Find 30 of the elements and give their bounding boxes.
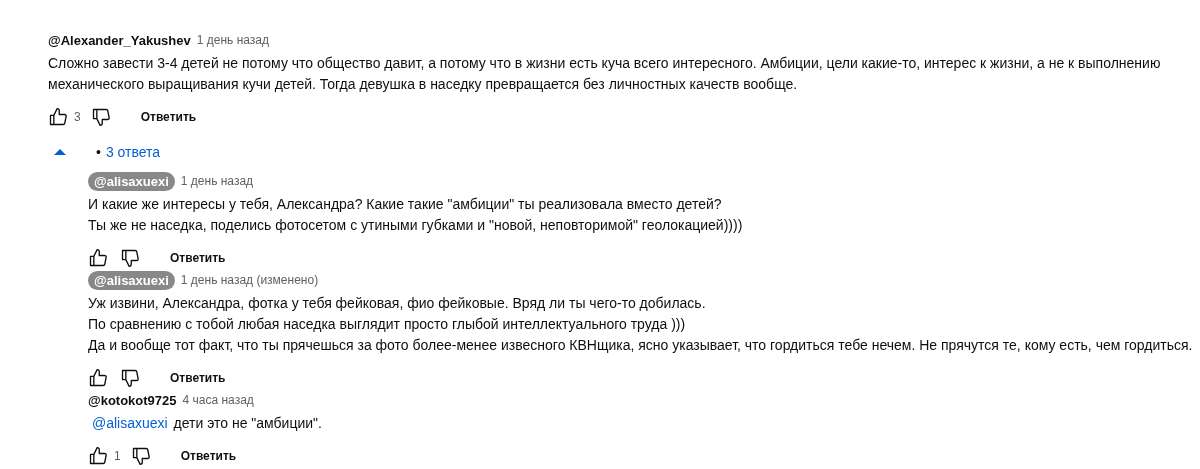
comment-author[interactable]: @alisaxuexi (88, 171, 175, 191)
comment-author[interactable]: @kotokot9725 (88, 392, 177, 408)
dislike-icon[interactable] (90, 107, 111, 127)
dislike-icon[interactable] (120, 368, 140, 388)
like-count: 1 (114, 449, 121, 463)
comment-text: @alisaxuexi дети это не "амбиции". (91, 414, 323, 433)
comment-time: 1 день назад (изменено) (180, 273, 319, 287)
comment-text: Сложно завести 3-4 детей не потому что общество давит, а потому что в жизни есть куча всего интересного. Амбиции, цели какие-то, интерес к жизни, а не к выполнению механического выращивания кучи детей. Тогда девушка в наседку превращается без личностных качеств вообще. (48, 54, 1162, 94)
bullet: • (96, 144, 101, 160)
comment-time: 1 день назад (196, 33, 269, 47)
mention-link[interactable]: @alisaxuexi (92, 415, 168, 431)
reply-button[interactable]: Ответить (158, 245, 238, 271)
like-icon[interactable] (88, 368, 108, 388)
comment-text: И какие же интересы у тебя, Александра? Какие такие "амбиции" ты реализовала вместо детей? Ты же не наседка, поделись фотосетом с утиными губками и "новой, неповторимой" геолокацией)))) (88, 195, 744, 235)
comment-text: Уж извини, Александра, фотка у тебя фейковая, фио фейковые. Вряд ли ты чего-то добилась. По сравнению с тобой любая наседка выглядит просто глыбой интеллектуального труда ))) Да и вообще тот факт, что ты прячешься за фото более-менее извесного КВНщика, ясно указывает, что гордиться тебе нечем. Не прячутся те, кому есть, чем гордиться. (88, 294, 1194, 355)
comment-author[interactable]: @alisaxuexi (88, 270, 175, 290)
like-icon[interactable] (88, 248, 108, 268)
comment-time: 4 часа назад (182, 393, 254, 407)
reply-button[interactable]: Ответить (168, 443, 249, 469)
dislike-icon[interactable] (120, 248, 140, 268)
caret-up-icon[interactable] (54, 149, 66, 155)
reply-button[interactable]: Ответить (158, 365, 238, 391)
comment-author[interactable]: @Alexander_Yakushev (48, 32, 191, 48)
dislike-icon[interactable] (130, 446, 151, 466)
replies-toggle[interactable]: 3 ответа (105, 144, 161, 160)
comment-time: 1 день назад (180, 174, 254, 188)
reply-button[interactable]: Ответить (128, 104, 209, 130)
like-count: 3 (74, 110, 81, 124)
like-icon[interactable] (48, 107, 68, 127)
like-icon[interactable] (88, 446, 108, 466)
